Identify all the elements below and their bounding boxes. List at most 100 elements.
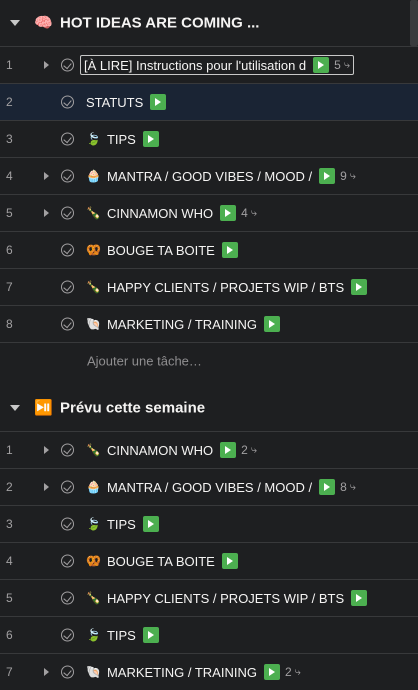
- expand-subtasks-icon[interactable]: [44, 483, 49, 491]
- play-icon[interactable]: [319, 168, 336, 184]
- task-emoji-icon: 🍾: [86, 443, 101, 457]
- task-content[interactable]: 🍾 HAPPY CLIENTS / PROJETS WIP / BTS: [86, 279, 368, 295]
- task-content[interactable]: 🥨 BOUGE TA BOITE: [86, 553, 238, 569]
- play-icon[interactable]: [319, 479, 336, 495]
- expand-subtasks-icon[interactable]: [44, 61, 49, 69]
- task-row[interactable]: 5 🍾 CINNAMON WHO 4 ⤷: [0, 194, 418, 231]
- complete-checkbox-icon[interactable]: [61, 206, 74, 220]
- task-row[interactable]: 2 STATUTS: [0, 83, 418, 121]
- expand-subtasks-icon[interactable]: [44, 209, 49, 217]
- task-row[interactable]: 2 🧁 MANTRA / GOOD VIBES / MOOD / 8 ⤷: [0, 468, 418, 505]
- task-content[interactable]: [À LIRE] Instructions pour l'utilisation…: [80, 55, 355, 75]
- complete-checkbox-icon[interactable]: [61, 243, 74, 257]
- expand-subtasks-icon[interactable]: [44, 446, 49, 454]
- task-content[interactable]: STATUTS: [86, 94, 167, 110]
- complete-checkbox-icon[interactable]: [61, 554, 74, 568]
- complete-checkbox-icon[interactable]: [61, 665, 74, 679]
- play-icon[interactable]: [220, 442, 237, 458]
- play-icon[interactable]: [142, 627, 159, 643]
- task-name[interactable]: STATUTS: [86, 95, 143, 110]
- task-emoji-icon: 🐚: [86, 317, 101, 331]
- play-icon[interactable]: [142, 131, 159, 147]
- task-content[interactable]: 🧁 MANTRA / GOOD VIBES / MOOD / 8 ⤷: [86, 479, 356, 495]
- row-number: 3: [6, 132, 13, 146]
- task-name[interactable]: BOUGE TA BOITE: [107, 243, 215, 258]
- complete-checkbox-icon[interactable]: [61, 95, 74, 109]
- task-content[interactable]: 🐚 MARKETING / TRAINING: [86, 316, 280, 332]
- collapse-caret-icon[interactable]: [10, 20, 20, 26]
- complete-checkbox-icon[interactable]: [61, 317, 74, 331]
- task-row[interactable]: 3 🍃 TIPS: [0, 120, 418, 157]
- complete-checkbox-icon[interactable]: [61, 58, 74, 72]
- task-row[interactable]: 7 🐚 MARKETING / TRAINING 2 ⤷: [0, 653, 418, 690]
- task-row[interactable]: 1 [À LIRE] Instructions pour l'utilisatio…: [0, 46, 418, 83]
- subtask-count[interactable]: 4 ⤷: [241, 206, 257, 220]
- task-name[interactable]: MANTRA / GOOD VIBES / MOOD /: [107, 169, 312, 184]
- complete-checkbox-icon[interactable]: [61, 517, 74, 531]
- task-name[interactable]: TIPS: [107, 132, 136, 147]
- task-emoji-icon: 🍃: [86, 628, 101, 642]
- play-icon[interactable]: [263, 316, 280, 332]
- expand-subtasks-icon[interactable]: [44, 668, 49, 676]
- play-icon[interactable]: [263, 664, 280, 680]
- section-title[interactable]: Prévu cette semaine: [60, 400, 205, 417]
- subtask-count-value: 4: [241, 206, 248, 220]
- task-name[interactable]: HAPPY CLIENTS / PROJETS WIP / BTS: [107, 280, 344, 295]
- task-content[interactable]: 🍃 TIPS: [86, 516, 159, 532]
- task-name[interactable]: MANTRA / GOOD VIBES / MOOD /: [107, 480, 312, 495]
- play-icon[interactable]: [142, 516, 159, 532]
- play-icon[interactable]: [351, 279, 368, 295]
- task-row[interactable]: 4 🧁 MANTRA / GOOD VIBES / MOOD / 9 ⤷: [0, 157, 418, 194]
- task-name[interactable]: MARKETING / TRAINING: [107, 665, 257, 680]
- play-icon[interactable]: [351, 590, 368, 606]
- task-row[interactable]: 3 🍃 TIPS: [0, 505, 418, 542]
- play-icon[interactable]: [313, 57, 330, 73]
- subtask-count[interactable]: 5 ⤷: [334, 58, 350, 72]
- task-name[interactable]: HAPPY CLIENTS / PROJETS WIP / BTS: [107, 591, 344, 606]
- row-number: 4: [6, 169, 13, 183]
- task-row[interactable]: 5 🍾 HAPPY CLIENTS / PROJETS WIP / BTS: [0, 579, 418, 616]
- task-name[interactable]: CINNAMON WHO: [107, 443, 213, 458]
- add-task-button[interactable]: Ajouter une tâche…: [87, 354, 202, 369]
- play-icon[interactable]: [221, 242, 238, 258]
- row-number: 4: [6, 554, 13, 568]
- task-content[interactable]: 🍾 CINNAMON WHO 2 ⤷: [86, 442, 257, 458]
- task-name[interactable]: TIPS: [107, 628, 136, 643]
- section-title[interactable]: HOT IDEAS ARE COMING ...: [60, 15, 259, 32]
- task-name[interactable]: MARKETING / TRAINING: [107, 317, 257, 332]
- complete-checkbox-icon[interactable]: [61, 480, 74, 494]
- play-icon[interactable]: [221, 553, 238, 569]
- task-content[interactable]: 🐚 MARKETING / TRAINING 2 ⤷: [86, 664, 301, 680]
- play-icon[interactable]: [220, 205, 237, 221]
- subtask-count[interactable]: 2 ⤷: [241, 443, 257, 457]
- task-name[interactable]: BOUGE TA BOITE: [107, 554, 215, 569]
- task-row[interactable]: 8 🐚 MARKETING / TRAINING: [0, 305, 418, 342]
- task-row[interactable]: 6 🍃 TIPS: [0, 616, 418, 653]
- task-content[interactable]: 🍃 TIPS: [86, 131, 159, 147]
- task-row[interactable]: 4 🥨 BOUGE TA BOITE: [0, 542, 418, 579]
- task-name[interactable]: TIPS: [107, 517, 136, 532]
- collapse-caret-icon[interactable]: [10, 405, 20, 411]
- complete-checkbox-icon[interactable]: [61, 280, 74, 294]
- play-icon[interactable]: [150, 94, 167, 110]
- task-content[interactable]: 🥨 BOUGE TA BOITE: [86, 242, 238, 258]
- complete-checkbox-icon[interactable]: [61, 443, 74, 457]
- complete-checkbox-icon[interactable]: [61, 628, 74, 642]
- task-row[interactable]: 1 🍾 CINNAMON WHO 2 ⤷: [0, 431, 418, 468]
- task-row[interactable]: 6 🥨 BOUGE TA BOITE: [0, 231, 418, 268]
- subtask-count[interactable]: 2 ⤷: [285, 665, 301, 679]
- task-content[interactable]: 🧁 MANTRA / GOOD VIBES / MOOD / 9 ⤷: [86, 168, 356, 184]
- task-row[interactable]: 7 🍾 HAPPY CLIENTS / PROJETS WIP / BTS: [0, 268, 418, 305]
- complete-checkbox-icon[interactable]: [61, 591, 74, 605]
- complete-checkbox-icon[interactable]: [61, 132, 74, 146]
- task-name[interactable]: CINNAMON WHO: [107, 206, 213, 221]
- task-content[interactable]: 🍾 HAPPY CLIENTS / PROJETS WIP / BTS: [86, 590, 368, 606]
- task-content[interactable]: 🍃 TIPS: [86, 627, 159, 643]
- complete-checkbox-icon[interactable]: [61, 169, 74, 183]
- subtask-count[interactable]: 8 ⤷: [340, 480, 356, 494]
- task-emoji-icon: 🍾: [86, 206, 101, 220]
- subtask-count[interactable]: 9 ⤷: [340, 169, 356, 183]
- task-content[interactable]: 🍾 CINNAMON WHO 4 ⤷: [86, 205, 257, 221]
- task-name[interactable]: [À LIRE] Instructions pour l'utilisation…: [84, 58, 306, 73]
- expand-subtasks-icon[interactable]: [44, 172, 49, 180]
